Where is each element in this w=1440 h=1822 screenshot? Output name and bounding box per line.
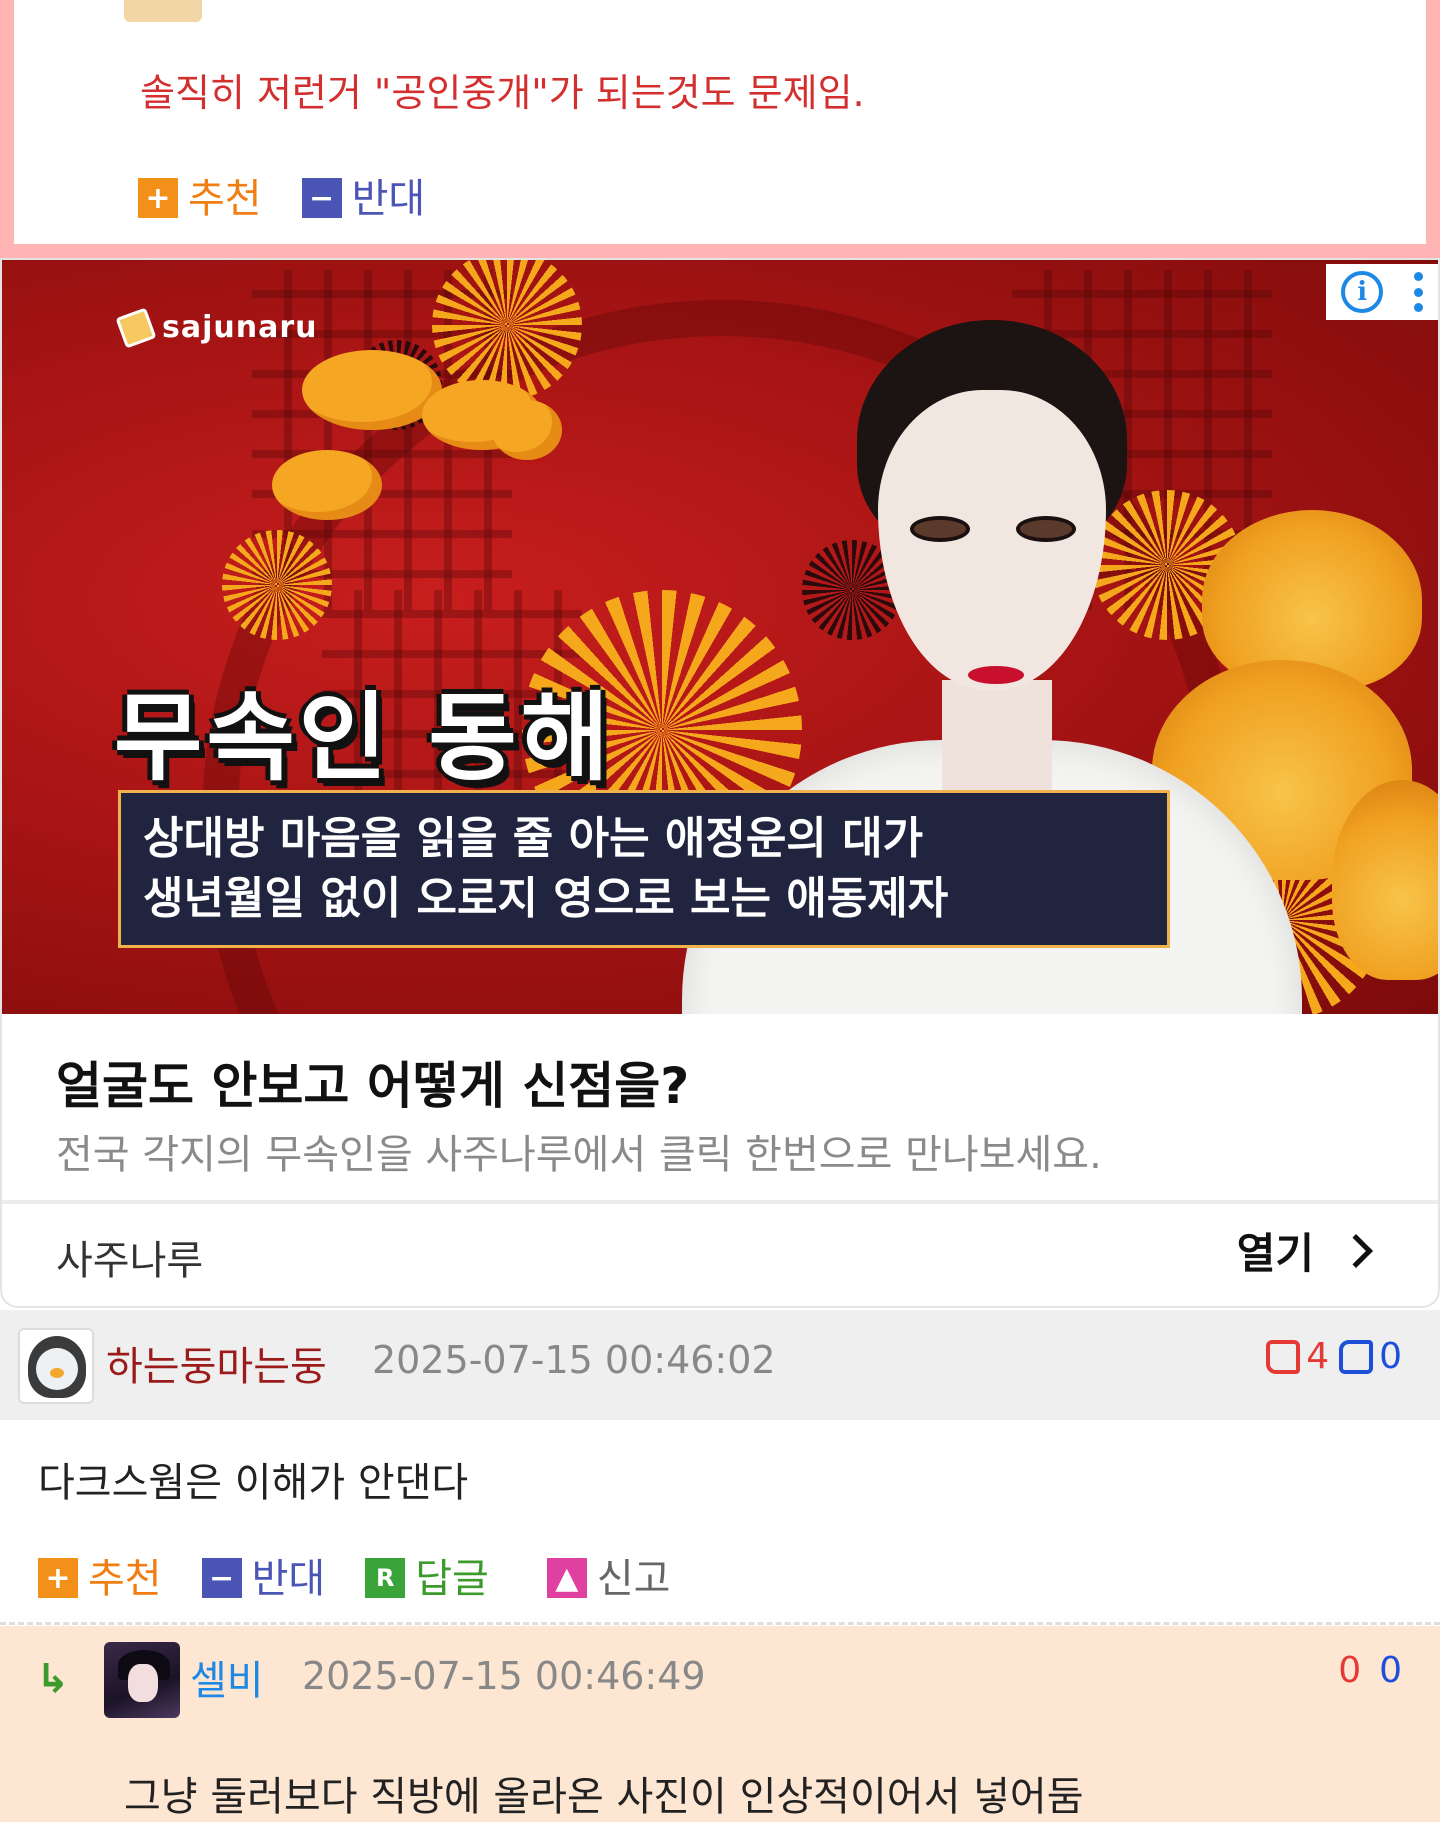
ad-banner-image[interactable]: sajunaru 무속인 동해 상대방 마음을 읽을 줄 아는 애정운의 대가 …: [2, 260, 1438, 1014]
ad-subline: 생년월일 없이 오로지 영으로 보는 애동제자: [143, 873, 949, 924]
ad-choices: i: [1326, 264, 1438, 320]
comment-actions: + 추천 − 반대: [138, 166, 465, 224]
thumb-down-icon: [1339, 1339, 1374, 1374]
upvote-button[interactable]: + 추천: [38, 1546, 162, 1604]
downvote-label: 반대: [351, 176, 426, 222]
downvote-count: 0: [1379, 1650, 1402, 1691]
chevron-right-icon: [1339, 1233, 1373, 1268]
open-label: 열기: [1236, 1229, 1314, 1278]
reply-comment: ↳ 셀비 2025-07-15 00:46:49 0 0 그냥 둘러보다 직방에…: [0, 1626, 1440, 1822]
upvote-count: 4: [1306, 1336, 1330, 1377]
upvote-button[interactable]: + 추천: [138, 166, 262, 224]
comment-actions: + 추천 − 반대 R 답글 ▲ 신고: [38, 1546, 710, 1604]
reply-label: 답글: [415, 1556, 489, 1602]
comment-text: 솔직히 저런거 "공인중개"가 되는것도 문제임.: [140, 71, 865, 115]
face: [878, 390, 1106, 690]
upvote-count: 0: [1338, 1650, 1362, 1691]
eye: [910, 516, 970, 542]
plus-icon: +: [138, 178, 178, 218]
downvote-label: 반대: [251, 1556, 326, 1602]
ad-subtitle-box: 상대방 마음을 읽을 줄 아는 애정운의 대가 생년월일 없이 오로지 영으로 …: [118, 790, 1170, 948]
anime-face: [128, 1664, 158, 1702]
minus-icon: −: [201, 1558, 242, 1598]
comment-text: 그냥 둘러보다 직방에 올라온 사진이 인상적이어서 넣어둠: [124, 1774, 1084, 1820]
report-button[interactable]: ▲ 신고: [546, 1546, 671, 1604]
sajunaru-logo-icon: [115, 306, 157, 349]
ad-title[interactable]: 얼굴도 안보고 어떻게 신점을?: [56, 1046, 689, 1118]
reply-icon: R: [365, 1558, 406, 1598]
ad-card[interactable]: sajunaru 무속인 동해 상대방 마음을 읽을 줄 아는 애정운의 대가 …: [0, 258, 1440, 1308]
comment-text: 다크스웜은 이해가 안댄다: [38, 1460, 469, 1506]
lips: [968, 666, 1024, 684]
ad-advertiser: 사주나루: [56, 1238, 204, 1284]
comment-score: 0 0: [1338, 1650, 1402, 1691]
ad-subline: 상대방 마음을 읽을 줄 아는 애정운의 대가: [143, 813, 924, 864]
more-options-icon[interactable]: [1413, 272, 1423, 312]
comment-author[interactable]: 셀비: [190, 1648, 264, 1706]
decorative-cloud: [492, 400, 562, 460]
plus-icon: +: [38, 1558, 78, 1598]
minus-icon: −: [301, 178, 342, 218]
downvote-count: 0: [1379, 1336, 1402, 1377]
decorative-cloud: [272, 450, 382, 520]
penguin-beak: [50, 1368, 64, 1378]
decorative-cloud: [302, 350, 442, 430]
brand-logo-text: sajunaru: [162, 310, 318, 345]
ad-headline: 무속인 동해: [114, 681, 614, 794]
siren-icon: ▲: [546, 1558, 587, 1598]
eye: [1016, 516, 1076, 542]
info-icon[interactable]: i: [1341, 271, 1384, 313]
avatar[interactable]: [124, 0, 202, 22]
divider: [2, 1200, 1438, 1204]
ad-open-button[interactable]: 열기: [1236, 1220, 1373, 1281]
comment-score: 4 0: [1266, 1336, 1402, 1377]
comment-timestamp: 2025-07-15 00:46:49: [302, 1654, 706, 1698]
brand-logo: sajunaru: [115, 306, 318, 349]
downvote-button[interactable]: − 반대: [301, 166, 426, 224]
reply-button[interactable]: R 답글: [365, 1546, 489, 1604]
neck: [942, 680, 1052, 790]
penguin-avatar[interactable]: [18, 1328, 94, 1404]
comment-author[interactable]: 하는둥마는둥: [106, 1334, 327, 1392]
upvote-label: 추천: [188, 176, 262, 222]
highlighted-comment: 솔직히 저런거 "공인중개"가 되는것도 문제임. + 추천 − 반대: [0, 0, 1440, 258]
downvote-button[interactable]: − 반대: [201, 1546, 326, 1604]
thumb-up-icon: [1266, 1339, 1301, 1374]
comment-header: 하는둥마는둥 2025-07-15 00:46:02 4 0: [0, 1310, 1440, 1420]
highlighted-comment-card: 솔직히 저런거 "공인중개"가 되는것도 문제임. + 추천 − 반대: [14, 0, 1426, 244]
ad-description: 전국 각지의 무속인을 사주나루에서 클릭 한번으로 만나보세요.: [56, 1132, 1102, 1178]
upvote-label: 추천: [88, 1556, 162, 1602]
reply-arrow-icon: ↳: [36, 1656, 70, 1702]
report-label: 신고: [596, 1556, 671, 1602]
comment-timestamp: 2025-07-15 00:46:02: [372, 1338, 776, 1382]
anime-avatar[interactable]: [104, 1642, 180, 1718]
decorative-burst: [222, 530, 332, 640]
divider: [0, 1622, 1440, 1625]
